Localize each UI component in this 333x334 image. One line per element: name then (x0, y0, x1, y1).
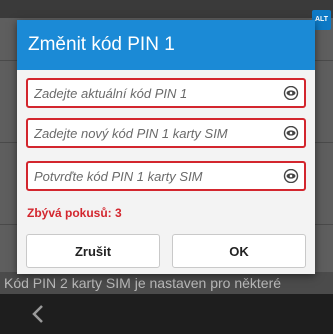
background-text: Kód PIN 2 karty SIM je nastaven pro někt… (0, 272, 333, 294)
dialog-title: Změnit kód PIN 1 (17, 20, 315, 70)
remaining-attempts: Zbývá pokusů: 3 (27, 206, 122, 220)
current-pin-input[interactable] (28, 80, 274, 106)
eye-icon[interactable] (283, 86, 299, 100)
current-pin-field (26, 78, 306, 108)
change-pin-dialog: Změnit kód PIN 1 Zbývá pokusů: 3 Zrušit … (17, 20, 315, 274)
ok-button[interactable]: OK (172, 234, 306, 268)
cancel-button[interactable]: Zrušit (26, 234, 160, 268)
new-pin-field (26, 118, 306, 148)
eye-icon[interactable] (283, 169, 299, 183)
confirm-pin-field (26, 161, 306, 191)
back-icon[interactable] (28, 300, 48, 328)
screen: Kód PIN 2 karty SIM je nastaven pro někt… (0, 0, 333, 334)
new-pin-input[interactable] (28, 120, 274, 146)
background-top-bar (0, 0, 333, 18)
eye-icon[interactable] (283, 126, 299, 140)
confirm-pin-input[interactable] (28, 163, 274, 189)
bottom-bar (0, 294, 333, 334)
